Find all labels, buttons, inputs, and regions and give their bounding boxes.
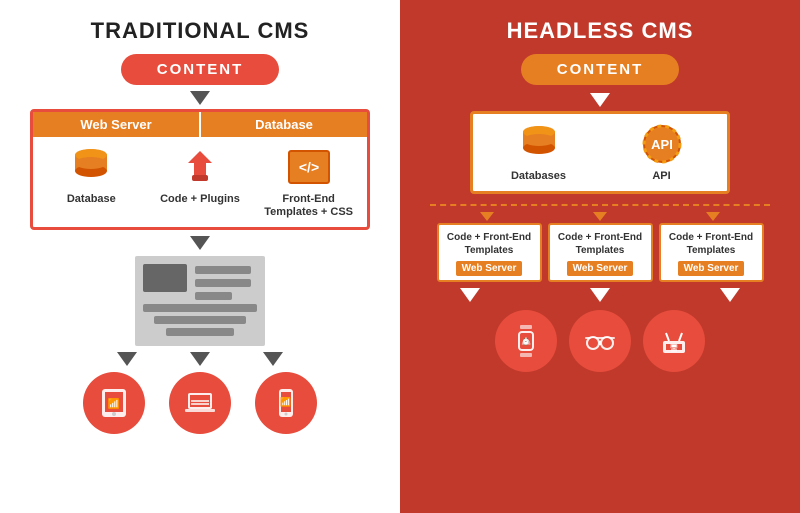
webservers-row: Code + Front-End Templates Web Server Co… xyxy=(437,223,764,282)
web-line-3 xyxy=(195,292,232,300)
traditional-cms-box: Web Server Database Database xyxy=(30,109,370,230)
webserver-col-2: Code + Front-End Templates Web Server xyxy=(548,223,653,282)
web-line-5 xyxy=(154,316,245,324)
dashed-arrow-3 xyxy=(706,212,720,221)
headless-devices-row: ⌚ 🛎 🖥 xyxy=(495,310,705,372)
headless-cms-panel: HEADLESS CMS CONTENT Databases xyxy=(400,0,800,513)
dashed-arrow-1 xyxy=(480,212,494,221)
webserver-label-1: Web Server xyxy=(456,261,523,276)
webserver-box-3: Code + Front-End Templates Web Server xyxy=(659,223,764,282)
web-output-mockup xyxy=(135,256,265,346)
webserver-text-1: Code + Front-End Templates xyxy=(443,231,536,257)
webserver-label-3: Web Server xyxy=(678,261,745,276)
webserver-label-2: Web Server xyxy=(567,261,634,276)
arrow-box-to-web xyxy=(190,236,210,250)
database-header: Database xyxy=(201,112,367,137)
database-item: Database xyxy=(46,145,136,206)
dashed-arrows-row xyxy=(430,212,770,221)
frontend-item: </> Front-End Templates + CSS xyxy=(264,145,354,219)
web-line-1 xyxy=(195,266,251,274)
phone-device: 📶 xyxy=(255,372,317,434)
traditional-content-pill: CONTENT xyxy=(121,54,280,85)
svg-text:📶: 📶 xyxy=(108,397,120,410)
traditional-cms-panel: TRADITIONAL CMS CONTENT Web Server Datab… xyxy=(0,0,400,513)
arrow-to-laptop xyxy=(190,352,210,366)
traditional-cms-title: TRADITIONAL CMS xyxy=(91,18,310,44)
plugins-label: Code + Plugins xyxy=(160,193,240,206)
svg-text:</>: </> xyxy=(299,159,319,175)
svg-text:🖥: 🖥 xyxy=(670,344,679,352)
arrows-to-devices xyxy=(90,350,310,368)
headless-arrow-2 xyxy=(590,288,610,302)
webserver-box-1: Code + Front-End Templates Web Server xyxy=(437,223,542,282)
webserver-col-3: Code + Front-End Templates Web Server xyxy=(659,223,764,282)
database-icon xyxy=(67,145,115,189)
api-label: API xyxy=(652,170,670,183)
headless-database-icon xyxy=(515,122,563,166)
headless-database-label: Databases xyxy=(511,170,566,183)
dashed-arrow-2 xyxy=(593,212,607,221)
tablet-device: 📶 xyxy=(83,372,145,434)
webserver-col-1: Code + Front-End Templates Web Server xyxy=(437,223,542,282)
headless-cms-box: Databases API API xyxy=(470,111,730,194)
frontend-label: Front-End Templates + CSS xyxy=(264,193,354,219)
web-server-header: Web Server xyxy=(33,112,201,137)
cms-box-header: Web Server Database xyxy=(33,112,367,137)
api-item: API API xyxy=(617,122,707,183)
web-line-6 xyxy=(166,328,234,336)
arrow-to-tablet xyxy=(117,352,137,366)
headless-arrow-3 xyxy=(720,288,740,302)
laptop-device xyxy=(169,372,231,434)
headless-arrow-1 xyxy=(460,288,480,302)
svg-text:API: API xyxy=(651,137,673,152)
arrow-content-to-box-headless xyxy=(590,93,610,107)
svg-text:📶: 📶 xyxy=(280,396,291,407)
svg-text:🛎: 🛎 xyxy=(521,337,531,346)
headless-database-item: Databases xyxy=(494,122,584,183)
webserver-box-2: Code + Front-End Templates Web Server xyxy=(548,223,653,282)
webserver-text-2: Code + Front-End Templates xyxy=(554,231,647,257)
traditional-devices-row: 📶 📶 xyxy=(83,372,317,434)
web-line-2 xyxy=(195,279,251,287)
glasses-device xyxy=(569,310,631,372)
api-icon: API xyxy=(638,122,686,166)
plugins-item: Code + Plugins xyxy=(155,145,245,206)
arrow-to-phone xyxy=(263,352,283,366)
plugins-icon xyxy=(176,145,224,189)
watch-device: ⌚ 🛎 xyxy=(495,310,557,372)
database-label: Database xyxy=(67,193,116,206)
webserver-text-3: Code + Front-End Templates xyxy=(665,231,758,257)
dashed-connector xyxy=(430,198,770,212)
headless-content-pill: CONTENT xyxy=(521,54,680,85)
headless-cms-title: HEADLESS CMS xyxy=(507,18,694,44)
arrow-content-to-box xyxy=(190,91,210,105)
router-device: 🖥 xyxy=(643,310,705,372)
cms-box-content: Database Code + Plugins </ xyxy=(33,137,367,227)
frontend-icon: </> xyxy=(285,145,333,189)
web-image-placeholder xyxy=(143,264,187,292)
web-line-4 xyxy=(143,304,257,312)
